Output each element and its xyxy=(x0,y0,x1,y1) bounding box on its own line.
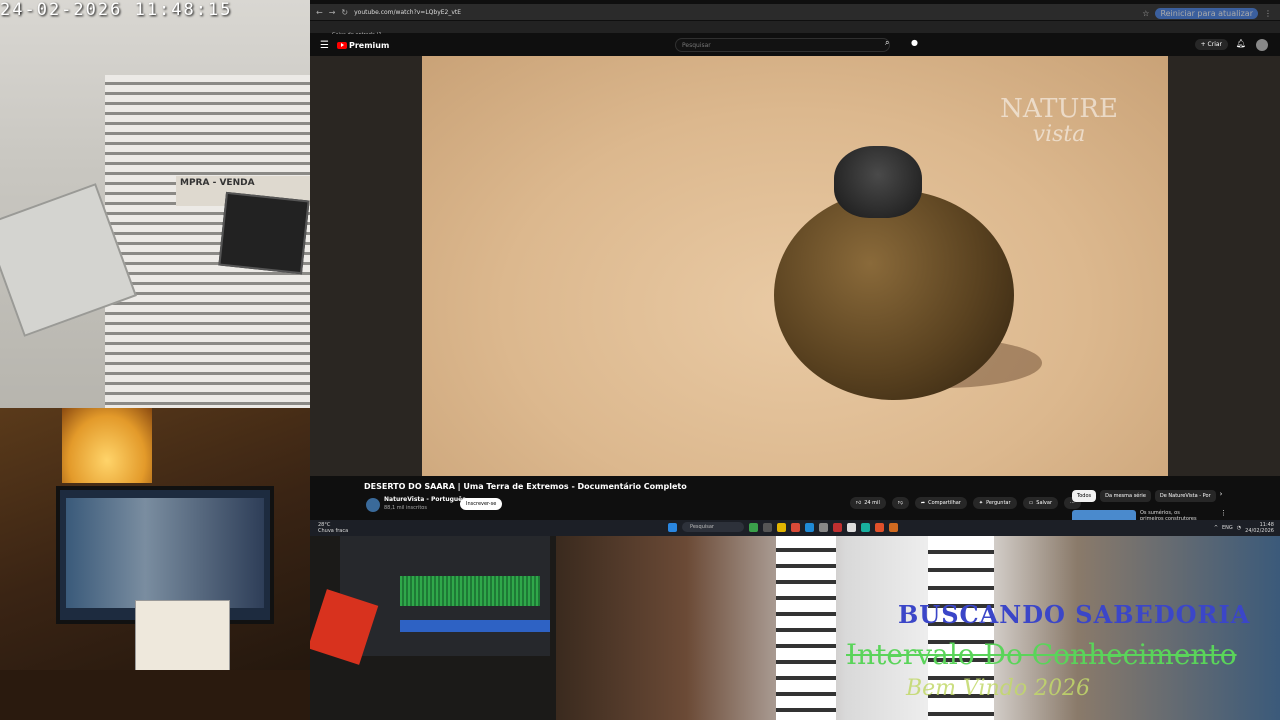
youtube-logo[interactable]: Premium xyxy=(336,40,390,50)
taskbar-apps: Pesquisar xyxy=(668,522,898,532)
watermark-line2: vista xyxy=(1032,122,1086,147)
save-button[interactable]: ▭ Salvar xyxy=(1022,497,1059,509)
taskview-icon[interactable] xyxy=(763,522,772,532)
ask-label: Perguntar xyxy=(986,500,1011,506)
browser-window: ← → ↻ youtube.com/watch?v=LQbyE2_vtE ☆ R… xyxy=(310,0,1280,536)
clock[interactable]: 11:48 24/02/2026 xyxy=(1245,522,1274,534)
back-icon[interactable]: ← xyxy=(316,8,323,17)
address-bar: ← → ↻ youtube.com/watch?v=LQbyE2_vtE ☆ R… xyxy=(310,4,1280,20)
vlc-icon[interactable] xyxy=(889,522,898,532)
camera-timestamp: 24-02-2026 11:48:15 xyxy=(0,0,233,20)
thumbs-up-icon: 👍︎ xyxy=(856,500,862,506)
video-title: DESERTO DO SAARA | Uma Terra de Extremos… xyxy=(364,482,687,491)
weather-widget[interactable]: 28°C Chuva fraca xyxy=(318,522,348,534)
open-laptop xyxy=(218,191,310,275)
editing-screen xyxy=(340,536,550,656)
watermark-line1: NATURE xyxy=(1000,94,1118,124)
app-icon[interactable] xyxy=(847,522,856,532)
window-grille xyxy=(776,536,836,720)
chip-channel[interactable]: De NatureVista - Por xyxy=(1154,490,1216,502)
desk-calendar xyxy=(135,600,230,672)
youtube-header: ☰ Premium Pesquisar ⌕ ● + Criar 🔔︎ xyxy=(310,34,1280,56)
url-field[interactable]: youtube.com/watch?v=LQbyE2_vtE xyxy=(354,9,461,16)
star-icon[interactable]: ☆ xyxy=(1142,9,1149,18)
clock-date: 24/02/2026 xyxy=(1245,528,1274,534)
channel-subscribers: 88,1 mil inscritos xyxy=(384,505,427,511)
language-indicator[interactable]: ENG xyxy=(1222,525,1233,531)
dung-beetle xyxy=(834,146,922,218)
desk-surface xyxy=(0,670,310,720)
thumbs-down-icon: 👎︎ xyxy=(897,500,903,506)
relaunch-button[interactable]: Reiniciar para atualizar xyxy=(1155,8,1258,19)
like-count: 24 mil xyxy=(864,500,880,506)
overlay-title: BUSCANDO SABEDORIA xyxy=(898,600,1251,629)
forward-icon[interactable]: → xyxy=(329,8,336,17)
chevron-up-icon[interactable]: ^ xyxy=(1214,525,1218,531)
create-label: Criar xyxy=(1207,41,1222,48)
chip-all[interactable]: Todos xyxy=(1072,490,1097,502)
store-icon[interactable] xyxy=(819,522,828,532)
system-tray: ^ ENG ◔ 11:48 24/02/2026 xyxy=(1214,522,1274,534)
reload-icon[interactable]: ↻ xyxy=(341,8,348,17)
chip-same-series[interactable]: Da mesma série xyxy=(1100,490,1151,502)
hamburger-icon[interactable]: ☰ xyxy=(320,40,329,51)
filter-chips: Todos Da mesma série De NatureVista - Po… xyxy=(1072,490,1222,502)
edge-icon[interactable] xyxy=(805,522,814,532)
bookmark-icon: ▭ xyxy=(1028,500,1034,506)
overlay-welcome: Bem Vindo 2026 xyxy=(906,676,1091,701)
camera-feed-street: MPRA - VENDA 24-02-2026 11:48:15 xyxy=(0,0,310,408)
camera-feed-room: BUSCANDO SABEDORIA Intervalo Do Conhecim… xyxy=(556,536,1280,720)
menu-icon[interactable]: ⋮ xyxy=(1264,9,1272,18)
dislike-button[interactable]: 👎︎ xyxy=(891,497,909,509)
search-input[interactable]: Pesquisar xyxy=(675,38,890,52)
app-icon[interactable] xyxy=(749,522,758,532)
chevron-right-icon[interactable]: › xyxy=(1220,490,1223,502)
overlay-subtitle: Intervalo Do Conhecimento xyxy=(846,638,1237,671)
video-player[interactable]: NATURE vista xyxy=(310,56,1280,476)
recommendation-menu-icon[interactable]: ⋮ xyxy=(1220,509,1227,517)
share-button[interactable]: ➦ Compartilhar xyxy=(914,497,967,509)
mic-icon[interactable]: ● xyxy=(911,38,918,47)
save-label: Salvar xyxy=(1036,500,1053,506)
logo-text: Premium xyxy=(348,40,390,50)
bell-icon[interactable]: 🔔︎ xyxy=(1236,39,1246,48)
share-label: Compartilhar xyxy=(928,500,961,506)
camera-feed-editor xyxy=(310,536,556,720)
sparkle-icon: ✦ xyxy=(978,500,984,506)
wifi-icon[interactable]: ◔ xyxy=(1237,525,1241,531)
avatar[interactable] xyxy=(1256,39,1268,51)
youtube-play-icon xyxy=(336,41,347,49)
video-frame: NATURE vista xyxy=(422,56,1168,476)
channel-watermark: NATURE vista xyxy=(1000,96,1118,148)
like-button[interactable]: 👍︎ 24 mil xyxy=(850,497,886,509)
create-button[interactable]: + Criar xyxy=(1194,39,1228,50)
app-icon[interactable] xyxy=(833,522,842,532)
channel-name[interactable]: NatureVista - Português xyxy=(384,496,466,503)
app-icon[interactable] xyxy=(875,522,884,532)
subscribe-button[interactable]: Inscrever-se xyxy=(460,498,503,510)
share-icon: ➦ xyxy=(920,500,926,506)
channel-avatar[interactable] xyxy=(366,498,380,512)
chrome-icon[interactable] xyxy=(791,522,800,532)
ask-button[interactable]: ✦ Perguntar xyxy=(972,497,1017,509)
dung-ball xyxy=(774,190,1014,400)
folder-icon[interactable] xyxy=(777,522,786,532)
action-bar: 👍︎ 24 mil 👎︎ ➦ Compartilhar ✦ Perguntar ▭ Sa… xyxy=(850,497,1082,509)
lamp xyxy=(62,408,152,483)
windows-start-icon[interactable] xyxy=(668,522,677,532)
weather-desc: Chuva fraca xyxy=(318,528,349,534)
taskbar-search[interactable]: Pesquisar xyxy=(682,522,744,532)
search-icon[interactable]: ⌕ xyxy=(885,38,889,48)
app-icon[interactable] xyxy=(861,522,870,532)
bookmarks-bar: Caixa de entrada (1... xyxy=(310,21,1280,38)
camera-feed-desk xyxy=(0,408,310,720)
windows-taskbar: 28°C Chuva fraca Pesquisar ^ ENG ◔ 11:48… xyxy=(310,520,1280,536)
